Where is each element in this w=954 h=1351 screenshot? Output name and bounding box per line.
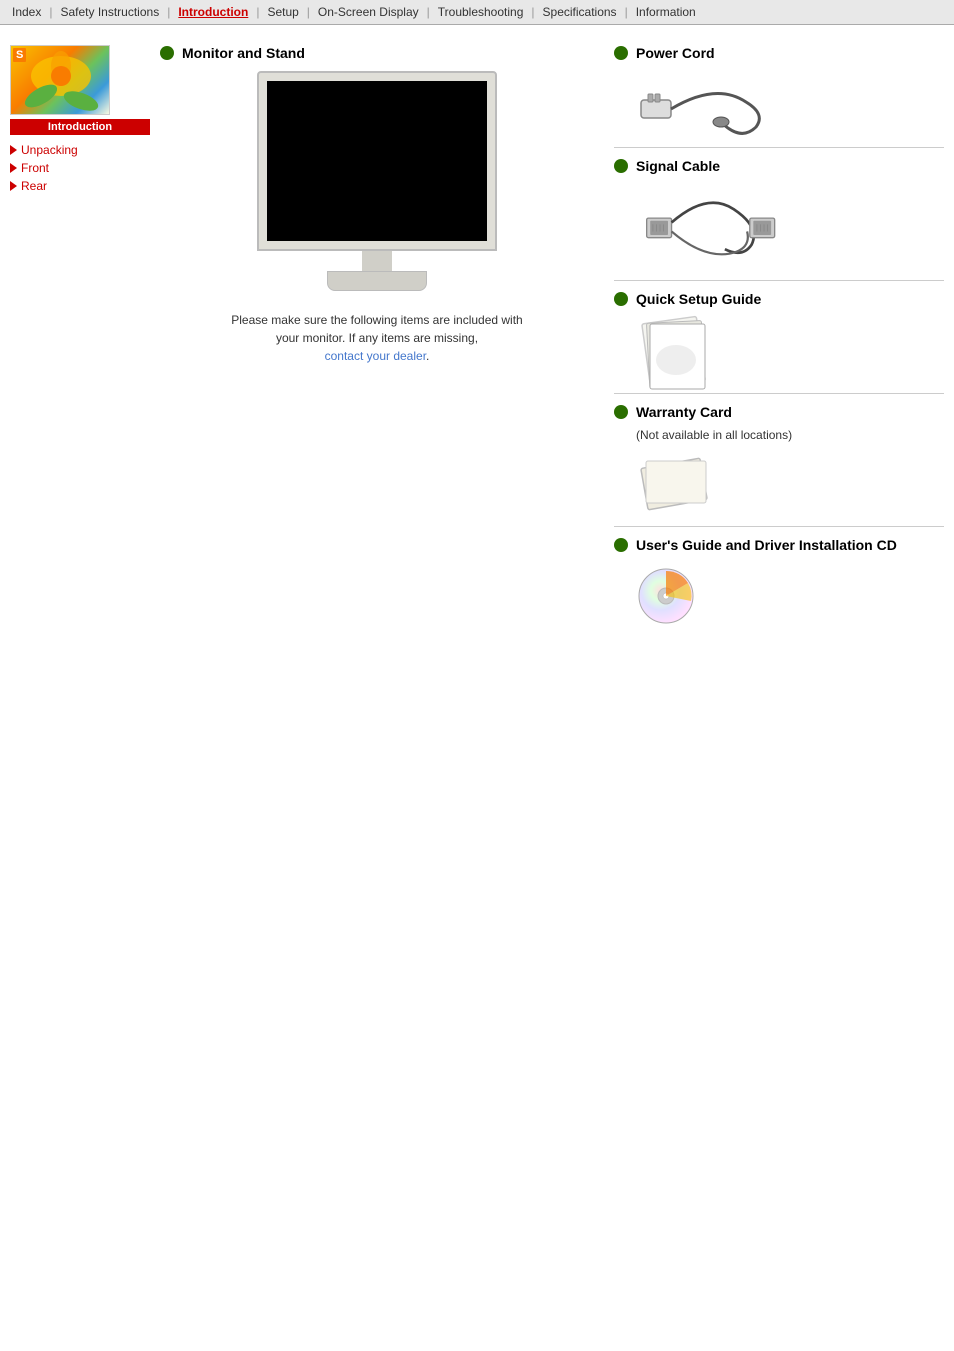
nav-item-setup[interactable]: Setup: [261, 3, 304, 21]
nav-item-on-screen-display[interactable]: On-Screen Display: [312, 3, 425, 21]
contact-dealer-link[interactable]: contact your dealer: [325, 349, 426, 363]
bullet-icon: [614, 292, 628, 306]
caption-text: Please make sure the following items are…: [227, 311, 527, 365]
nav-separator: |: [425, 5, 432, 19]
nav-item-safety-instructions[interactable]: Safety Instructions: [54, 3, 165, 21]
cd-title: User's Guide and Driver Installation CD: [614, 537, 944, 553]
arrow-icon: [10, 163, 17, 173]
bullet-icon: [160, 46, 174, 60]
monitor-body: [257, 71, 497, 251]
nav-item-troubleshooting[interactable]: Troubleshooting: [432, 3, 530, 21]
sidebar-thumbnail: S: [10, 45, 110, 115]
power-cord-icon: [636, 72, 776, 137]
bullet-icon: [614, 405, 628, 419]
nav-item-specifications[interactable]: Specifications: [537, 3, 623, 21]
warranty-section: Warranty Card (Not available in all loca…: [614, 404, 944, 527]
sidebar-item-rear[interactable]: Rear: [10, 179, 150, 193]
sidebar-link-label: Unpacking: [21, 143, 78, 157]
warranty-title: Warranty Card: [614, 404, 944, 420]
nav-item-index[interactable]: Index: [6, 3, 47, 21]
nav-separator: |: [47, 5, 54, 19]
arrow-icon: [10, 181, 17, 191]
quick-guide-section: Quick Setup Guide: [614, 291, 944, 394]
bullet-icon: [614, 538, 628, 552]
bullet-icon: [614, 46, 628, 60]
warranty-image: [636, 448, 944, 518]
nav-item-information[interactable]: Information: [630, 3, 702, 21]
cd-image: [636, 561, 944, 631]
navbar: Index|Safety Instructions|Introduction|S…: [0, 0, 954, 25]
monitor-neck: [362, 251, 392, 271]
guide-icon: [636, 310, 716, 390]
sidebar-flower-icon: [11, 46, 110, 115]
sidebar-links: Unpacking Front Rear: [10, 143, 150, 193]
right-column: Power Cord: [614, 45, 944, 641]
nav-separator: |: [623, 5, 630, 19]
sidebar-link-label: Front: [21, 161, 49, 175]
bullet-icon: [614, 159, 628, 173]
signal-cable-title: Signal Cable: [614, 158, 944, 174]
divider: [614, 280, 944, 281]
nav-separator: |: [305, 5, 312, 19]
sidebar-item-unpacking[interactable]: Unpacking: [10, 143, 150, 157]
intro-label: Introduction: [10, 119, 150, 135]
signal-cable-section: Signal Cable: [614, 158, 944, 281]
nav-separator: |: [165, 5, 172, 19]
cd-icon: [636, 566, 696, 626]
monitor-screen: [267, 81, 487, 241]
power-cord-section: Power Cord: [614, 45, 944, 148]
divider: [614, 147, 944, 148]
power-cord-image: [636, 69, 944, 139]
divider: [614, 526, 944, 527]
content-area: Monitor and Stand Please make sure the f…: [160, 45, 944, 641]
center-column: Monitor and Stand Please make sure the f…: [160, 45, 594, 641]
cd-section: User's Guide and Driver Installation CD: [614, 537, 944, 631]
monitor-base: [327, 271, 427, 291]
nav-separator: |: [254, 5, 261, 19]
nav-item-introduction[interactable]: Introduction: [172, 3, 254, 21]
signal-cable-icon: [636, 187, 796, 267]
quick-guide-image: [636, 315, 944, 385]
arrow-icon: [10, 145, 17, 155]
monitor-illustration: [247, 71, 507, 291]
warranty-subtitle: (Not available in all locations): [636, 428, 944, 442]
sidebar-item-front[interactable]: Front: [10, 161, 150, 175]
signal-cable-image: [636, 182, 944, 272]
main-content: S Introduction Unpacking Front Rear Monito…: [0, 25, 954, 651]
sidebar-link-label: Rear: [21, 179, 47, 193]
sidebar: S Introduction Unpacking Front Rear: [10, 45, 150, 641]
quick-guide-title: Quick Setup Guide: [614, 291, 944, 307]
monitor-section-title: Monitor and Stand: [160, 45, 305, 61]
power-cord-title: Power Cord: [614, 45, 944, 61]
divider: [614, 393, 944, 394]
nav-separator: |: [529, 5, 536, 19]
warranty-icon: [636, 443, 716, 523]
